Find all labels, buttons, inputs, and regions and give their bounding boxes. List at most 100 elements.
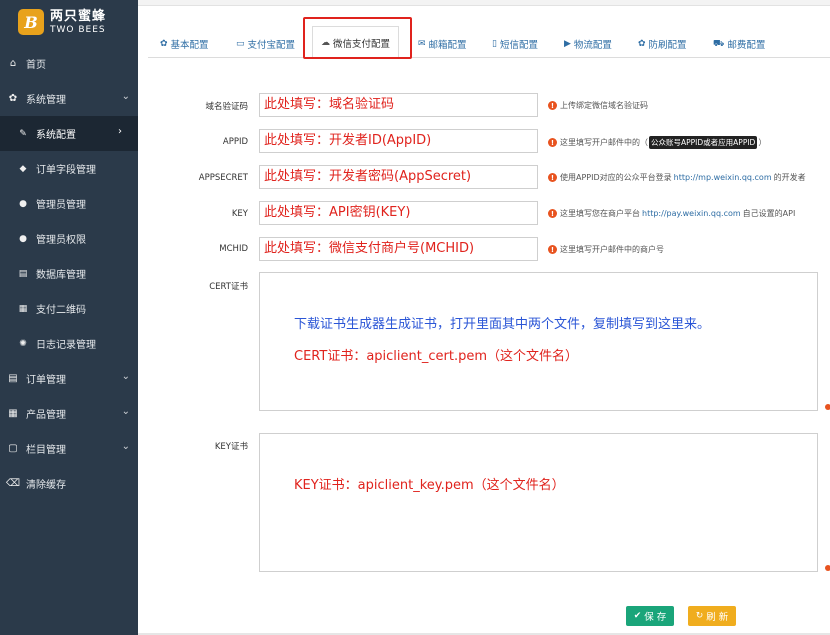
cert-filename: CERT证书：apiclient_cert.pem（这个文件名）	[294, 349, 578, 364]
mchid-help: ! 这里填写开户邮件中的商户号	[548, 244, 664, 255]
help-text: 这里填写开户邮件中的（	[560, 138, 648, 147]
cert-textarea[interactable]: 下载证书生成器生成证书，打开里面其中两个文件，复制填写到这里来。 CERT证书：…	[259, 272, 818, 411]
chevron-right-icon: ›	[118, 126, 122, 137]
bee-logo-icon: B	[18, 9, 44, 35]
sidebar-item-label: 清除缓存	[26, 480, 66, 491]
sidebar-item-label: 支付二维码	[36, 305, 86, 316]
tab-postage[interactable]: ⛟ 邮费配置	[713, 30, 765, 58]
sidebar-item-label: 日志记录管理	[36, 340, 96, 351]
mobile-icon: ▯	[492, 39, 497, 49]
help-text: ）	[758, 138, 767, 147]
sidebar-item-columns[interactable]: ▢ 栏目管理 ⌄	[0, 431, 138, 466]
exclamation-icon: !	[548, 173, 557, 182]
cert-instruction: 下载证书生成器生成证书，打开里面其中两个文件，复制填写到这里来。	[294, 317, 711, 332]
chevron-down-icon: ⌄	[121, 406, 130, 417]
tab-sms[interactable]: ▯ 短信配置	[492, 30, 538, 58]
sidebar-item-admin-permissions[interactable]: ● 管理员权限	[0, 221, 138, 256]
sidebar-item-orders[interactable]: ▤ 订单管理 ⌄	[0, 361, 138, 396]
key-input[interactable]: 此处填写：API密钥(KEY)	[259, 201, 538, 225]
sidebar-item-system-config[interactable]: ✎ 系统配置 ›	[0, 116, 138, 151]
sidebar-item-order-fields[interactable]: ◆ 订单字段管理	[0, 151, 138, 186]
envelope-icon: ✉	[418, 39, 426, 49]
tab-label: 邮费配置	[727, 40, 766, 51]
gear-icon: ✿	[8, 93, 18, 104]
sidebar-item-label: 管理员权限	[36, 235, 86, 246]
help-text: 上传绑定微信域名验证码	[560, 101, 648, 110]
sidebar-item-database[interactable]: ▤ 数据库管理	[0, 256, 138, 291]
logo-name-en: TWO BEES	[50, 24, 106, 35]
appid-input[interactable]: 此处填写：开发者ID(AppID)	[259, 129, 538, 153]
wrench-icon: ✎	[19, 128, 27, 139]
gear-icon: ✿	[160, 39, 168, 49]
tab-basic[interactable]: ✿ 基本配置	[160, 30, 209, 58]
exclamation-icon: !	[548, 138, 557, 147]
tab-anti-spam[interactable]: ✿ 防刷配置	[638, 30, 687, 58]
paw-icon: ✺	[19, 338, 27, 349]
highlight-box	[303, 17, 412, 59]
exclamation-icon: !	[548, 245, 557, 254]
sidebar-item-system[interactable]: ✿ 系统管理 ⌄	[0, 81, 138, 116]
refresh-button[interactable]: ↻ 刷 新	[688, 606, 736, 626]
help-text: 自己设置的API	[742, 209, 796, 218]
sidebar-item-label: 系统管理	[26, 95, 66, 106]
sidebar-item-logs[interactable]: ✺ 日志记录管理	[0, 326, 138, 361]
sidebar-item-label: 管理员管理	[36, 200, 86, 211]
exclamation-icon	[825, 565, 830, 571]
check-circle-icon: ✔	[633, 611, 642, 621]
refresh-label: 刷 新	[706, 612, 729, 623]
exclamation-icon: !	[548, 209, 557, 218]
tab-logistics[interactable]: ▶ 物流配置	[564, 30, 612, 58]
logo[interactable]: B 两只蜜蜂 TWO BEES	[0, 0, 138, 44]
grid-icon: ▦	[8, 408, 18, 419]
help-text: 这里填写您在商户平台	[560, 209, 640, 218]
key-label: KEY	[231, 209, 248, 219]
tab-alipay[interactable]: ▭ 支付宝配置	[236, 30, 295, 58]
save-label: 保 存	[644, 612, 667, 623]
help-text: 这里填写开户邮件中的商户号	[560, 245, 664, 254]
sidebar: B 两只蜜蜂 TWO BEES ⌂ 首页 ✿ 系统管理 ⌄ ✎ 系统配置 › ◆…	[0, 0, 138, 635]
trash-icon: ⌫	[5, 478, 21, 489]
top-strip	[138, 0, 830, 6]
chevron-down-icon: ⌄	[121, 91, 130, 102]
shield-gear-icon: ✿	[638, 39, 646, 49]
cart-icon: ⛟	[713, 38, 725, 49]
sidebar-item-label: 系统配置	[36, 130, 76, 141]
exclamation-icon	[825, 404, 830, 410]
domain-verify-input[interactable]: 此处填写：域名验证码	[259, 93, 538, 117]
sidebar-item-label: 订单管理	[26, 375, 66, 386]
sidebar-item-pay-qrcode[interactable]: ▦ 支付二维码	[0, 291, 138, 326]
help-tag: 公众账号APPID或者应用APPID	[649, 136, 758, 149]
sidebar-item-label: 数据库管理	[36, 270, 86, 281]
file-icon: ▢	[8, 443, 18, 454]
sidebar-menu: ⌂ 首页 ✿ 系统管理 ⌄ ✎ 系统配置 › ◆ 订单字段管理 ● 管理员管理 …	[0, 46, 138, 501]
sidebar-item-home[interactable]: ⌂ 首页	[0, 46, 138, 81]
cert-label: CERT证书	[209, 282, 248, 292]
mp-weixin-link[interactable]: http://mp.weixin.qq.com	[674, 173, 772, 182]
logo-name-cn: 两只蜜蜂	[50, 8, 107, 24]
sidebar-item-clear-cache[interactable]: ⌫ 清除缓存	[0, 466, 138, 501]
user-icon: ●	[19, 198, 27, 209]
mchid-input[interactable]: 此处填写：微信支付商户号(MCHID)	[259, 237, 538, 261]
save-button[interactable]: ✔ 保 存	[626, 606, 674, 626]
sidebar-item-products[interactable]: ▦ 产品管理 ⌄	[0, 396, 138, 431]
appid-label: APPID	[222, 137, 248, 147]
users-icon: ●	[19, 233, 27, 244]
sidebar-item-label: 产品管理	[26, 410, 66, 421]
mchid-label: MCHID	[219, 244, 248, 254]
domain-label: 域名验证码	[205, 102, 248, 112]
key-cert-textarea[interactable]: KEY证书：apiclient_key.pem（这个文件名）	[259, 433, 818, 572]
help-text: 的开发者	[773, 173, 806, 182]
tab-email[interactable]: ✉ 邮箱配置	[418, 30, 467, 58]
pay-weixin-link[interactable]: http://pay.weixin.qq.com	[642, 209, 741, 218]
domain-help: ! 上传绑定微信域名验证码	[548, 100, 648, 111]
sidebar-item-label: 栏目管理	[26, 445, 66, 456]
sidebar-item-admins[interactable]: ● 管理员管理	[0, 186, 138, 221]
database-icon: ▤	[18, 268, 28, 279]
help-text: 使用APPID对应的公众平台登录	[560, 173, 672, 182]
key-cert-label: KEY证书	[214, 442, 248, 452]
list-icon: ▤	[8, 373, 18, 384]
appsecret-input[interactable]: 此处填写：开发者密码(AppSecret)	[259, 165, 538, 189]
qrcode-icon: ▦	[18, 303, 28, 314]
config-tabs: ✿ 基本配置 ▭ 支付宝配置 ☁ 微信支付配置 ✉ 邮箱配置 ▯ 短信配置 ▶ …	[148, 24, 830, 59]
exclamation-icon: !	[548, 101, 557, 110]
